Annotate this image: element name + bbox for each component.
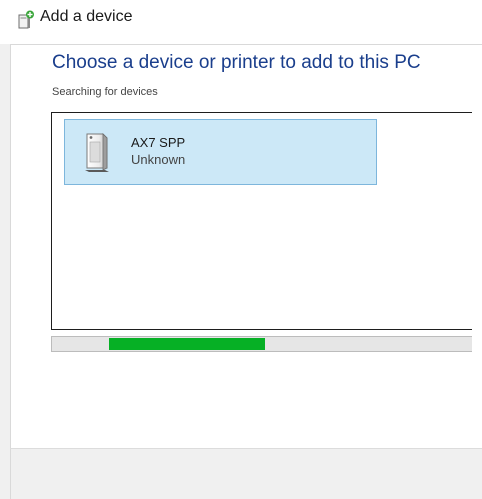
generic-device-icon	[85, 133, 109, 172]
add-device-window: Add a device Choose a device or printer …	[0, 0, 482, 499]
device-name: AX7 SPP	[131, 135, 186, 150]
device-status: Unknown	[131, 152, 186, 167]
footer-bar	[10, 448, 482, 499]
device-tile-ax7-spp[interactable]: AX7 SPP Unknown	[64, 119, 377, 185]
search-progress-bar	[51, 336, 472, 352]
page-heading: Choose a device or printer to add to thi…	[52, 52, 421, 73]
window-title: Add a device	[40, 8, 133, 25]
add-device-icon	[18, 10, 34, 29]
search-status-text: Searching for devices	[52, 86, 158, 98]
device-list[interactable]: AX7 SPP Unknown	[51, 112, 472, 330]
title-bar: Add a device	[0, 0, 482, 44]
progress-fill	[109, 338, 265, 350]
